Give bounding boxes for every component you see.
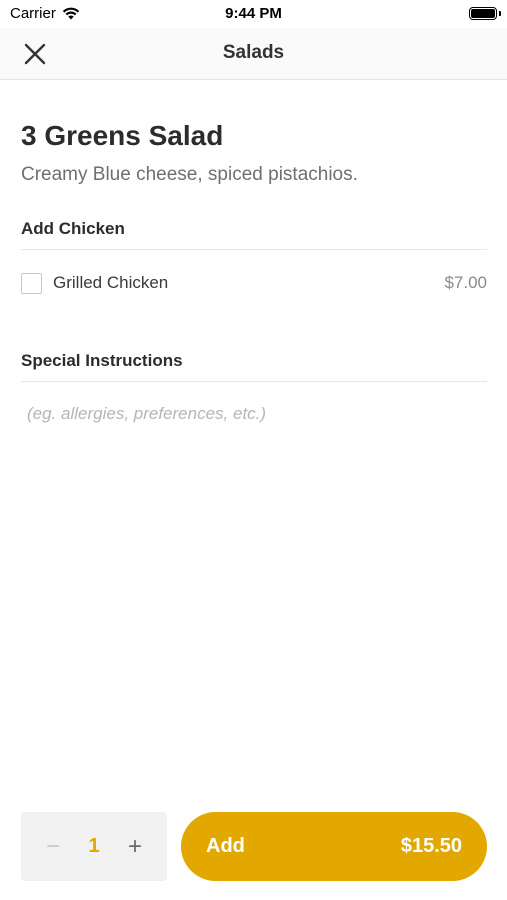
order-total: $15.50 [400,835,462,857]
item-details: 3 Greens Salad Creamy Blue cheese, spice… [21,80,487,436]
increment-button[interactable]: + [123,833,147,861]
battery-icon [469,7,497,20]
decrement-button[interactable]: − [41,833,65,861]
special-instructions-input[interactable] [21,392,487,436]
status-bar: Carrier 9:44 PM [0,0,507,28]
add-chicken-header: Add Chicken [21,219,487,250]
item-title: 3 Greens Salad [21,120,224,151]
option-grilled-chicken[interactable]: Grilled Chicken $7.00 [21,258,487,308]
page-title: Salads [222,42,285,63]
grilled-chicken-checkbox[interactable] [21,272,42,294]
nav-bar: Salads [0,28,507,80]
add-to-order-button[interactable]: Add $15.50 [181,812,487,881]
option-price: $7.00 [444,273,487,292]
add-button-label: Add [206,835,245,857]
quantity-value: 1 [88,835,100,857]
quantity-stepper: − 1 + [21,812,167,881]
status-time: 9:44 PM [225,5,282,22]
option-label: Grilled Chicken [53,273,169,292]
item-description: Creamy Blue cheese, spiced pistachios. [21,164,358,185]
special-instructions-header: Special Instructions [21,351,487,382]
